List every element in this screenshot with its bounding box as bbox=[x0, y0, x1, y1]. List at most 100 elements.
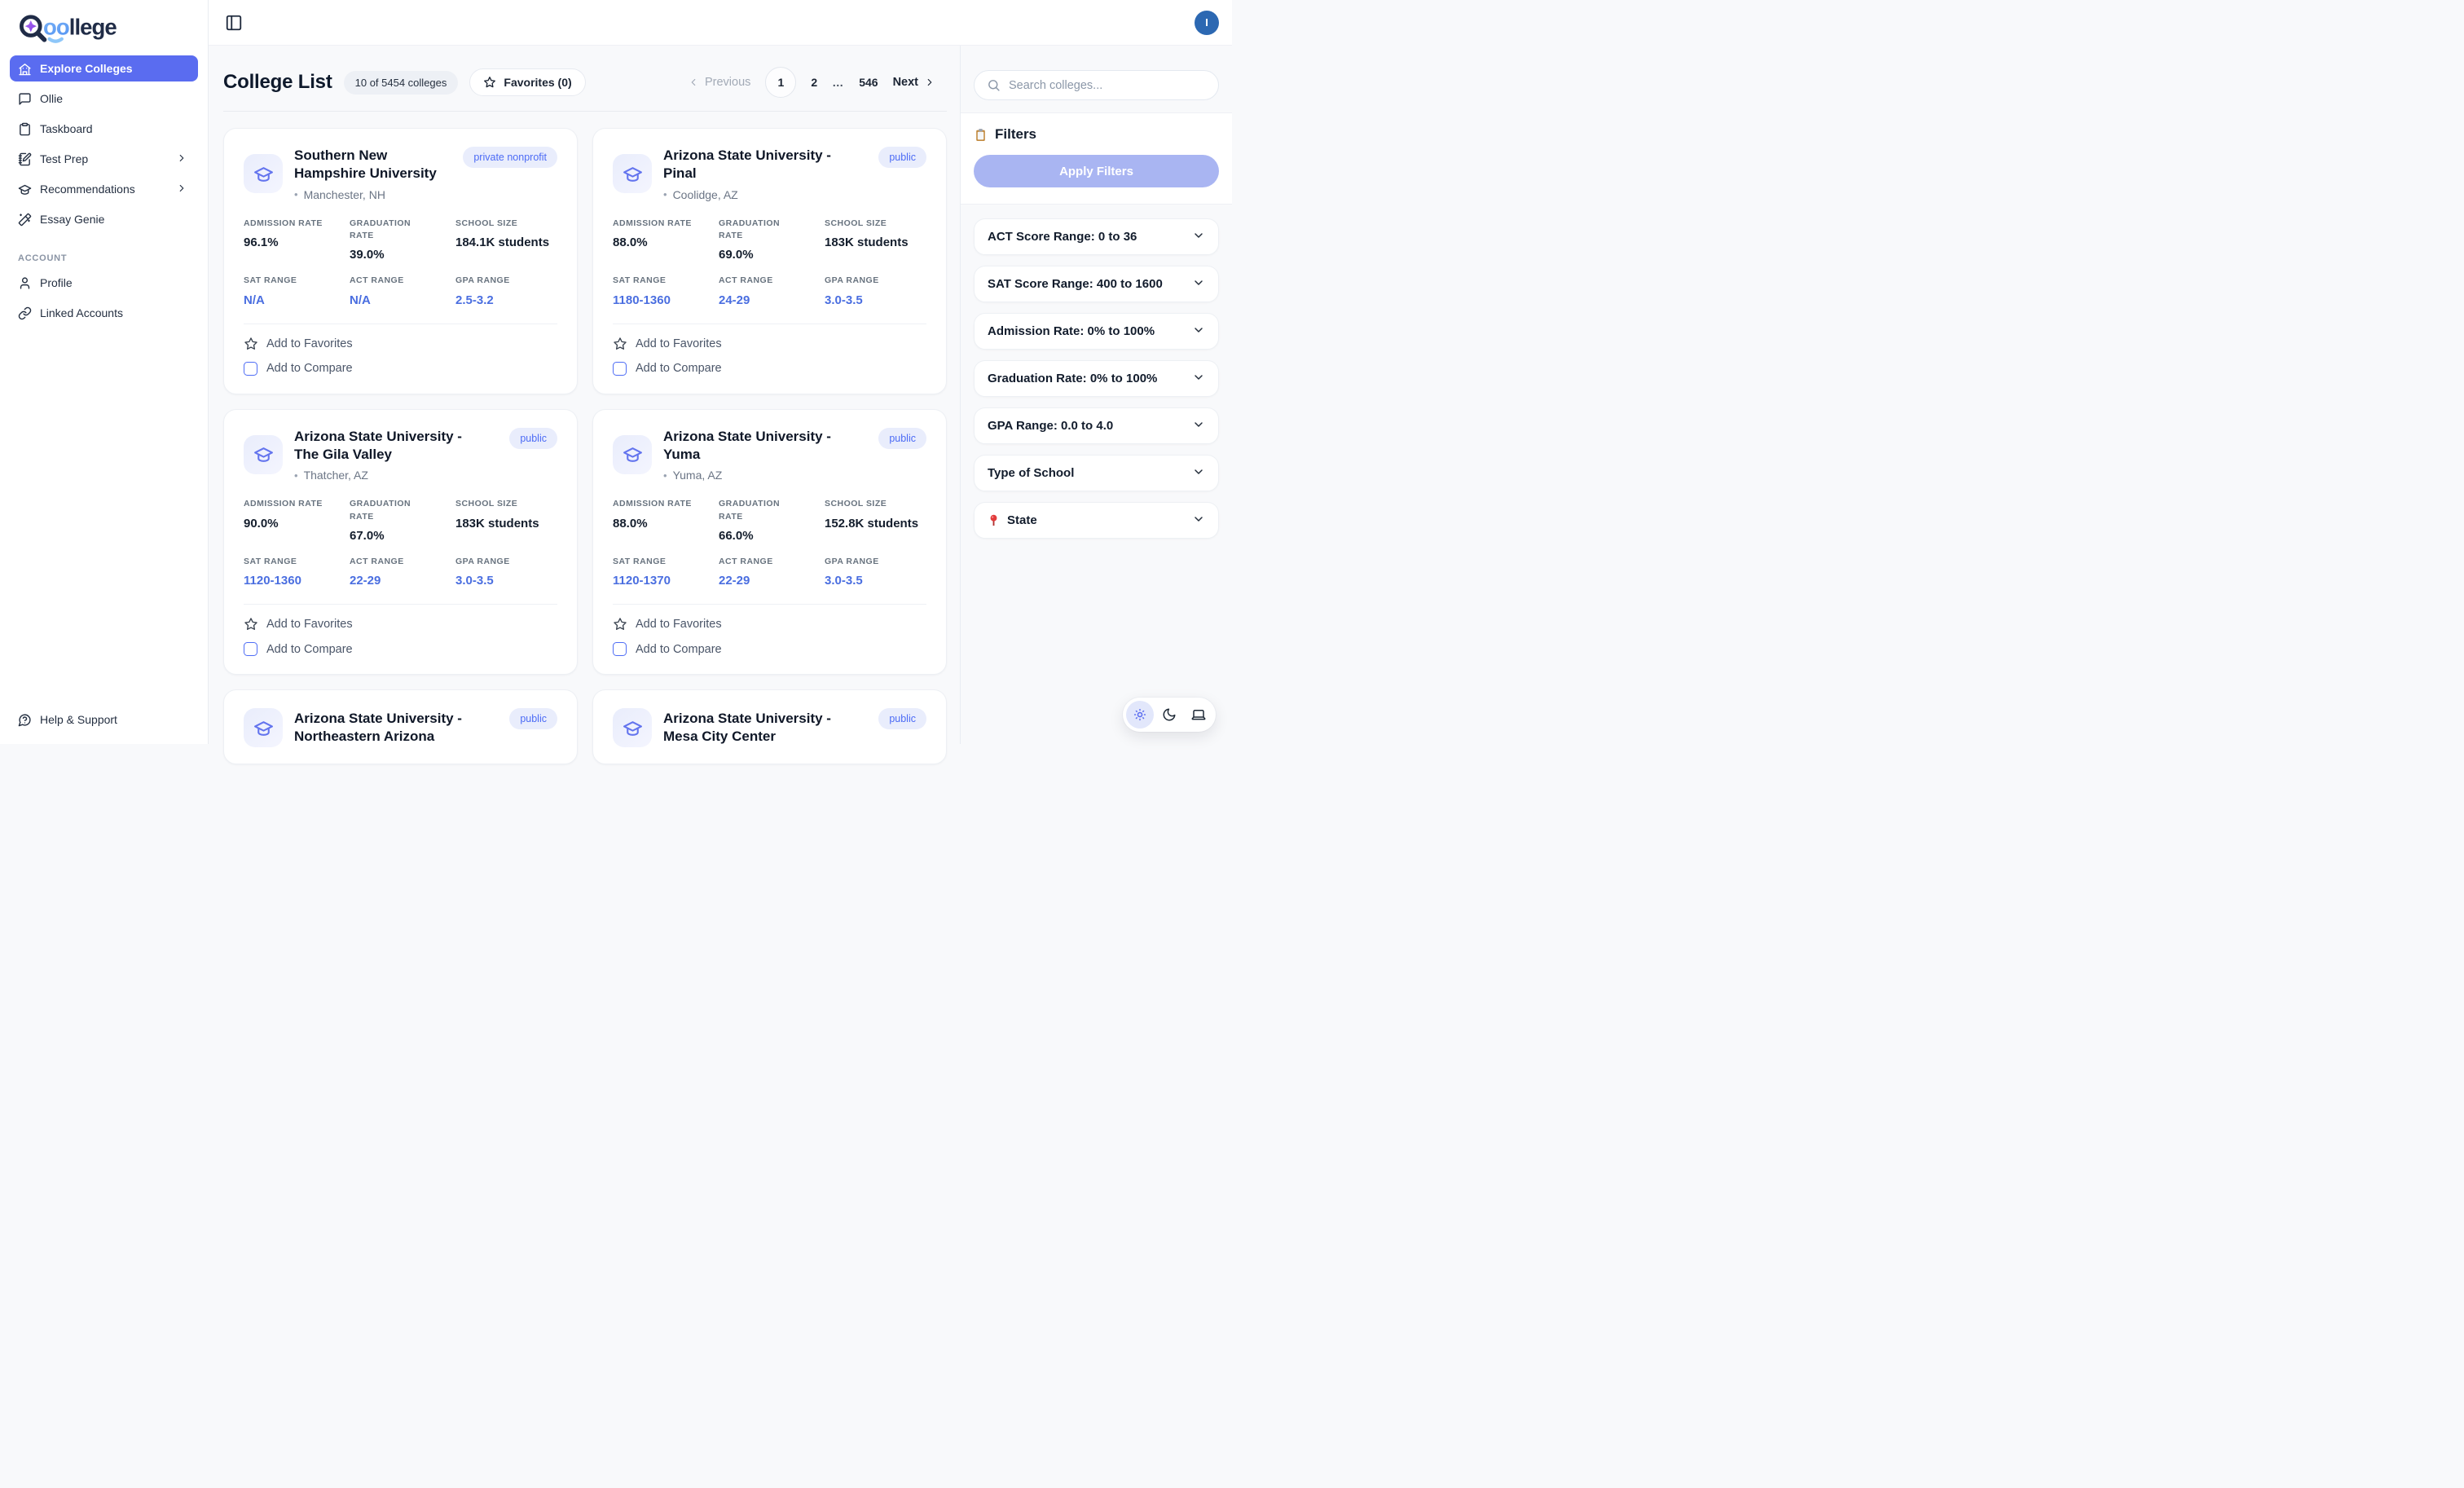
chevron-down-icon bbox=[1192, 229, 1205, 245]
add-to-compare-row[interactable]: Add to Compare bbox=[613, 360, 926, 377]
college-location: • Manchester, NH bbox=[294, 188, 451, 201]
college-logo-tile bbox=[244, 154, 283, 193]
filter-type-of-school[interactable]: Type of School bbox=[974, 455, 1219, 491]
theme-light-button[interactable] bbox=[1126, 701, 1154, 729]
search-input[interactable] bbox=[1009, 79, 1206, 92]
school-type-badge: public bbox=[509, 708, 557, 729]
sidebar-nav: Explore Colleges Ollie Taskboard Test Pr… bbox=[10, 55, 198, 232]
chevron-down-icon bbox=[1192, 465, 1205, 482]
sidebar-item-label: Profile bbox=[40, 276, 73, 289]
filter-gpa-range[interactable]: GPA Range: 0.0 to 4.0 bbox=[974, 407, 1219, 444]
clipboard-emoji-icon bbox=[974, 128, 988, 142]
graduation-rate-stat: GRADUATION RATE66.0% bbox=[719, 498, 825, 542]
sidebar: oollege Explore Colleges Ollie bbox=[0, 0, 209, 744]
college-name: Southern New Hampshire University bbox=[294, 147, 451, 183]
graduation-rate-stat: GRADUATION RATE67.0% bbox=[350, 498, 455, 542]
school-type-badge: public bbox=[509, 428, 557, 449]
sidebar-item-profile[interactable]: Profile bbox=[10, 270, 198, 296]
sidebar-item-explore-colleges[interactable]: Explore Colleges bbox=[10, 55, 198, 81]
pagination-page-2[interactable]: 2 bbox=[811, 76, 817, 89]
pagination: Previous 1 2 … 546 Next bbox=[688, 67, 947, 98]
college-location: • Thatcher, AZ bbox=[294, 469, 498, 482]
sidebar-toggle-button[interactable] bbox=[225, 14, 243, 32]
page-title: College List bbox=[223, 71, 332, 94]
graduation-cap-icon bbox=[253, 444, 274, 464]
chevron-right-icon bbox=[176, 183, 190, 196]
add-to-compare-row[interactable]: Add to Compare bbox=[244, 360, 557, 377]
graduation-cap-icon bbox=[623, 444, 643, 464]
list-header: College List 10 of 5454 colleges Favorit… bbox=[223, 67, 947, 98]
filter-state[interactable]: State bbox=[974, 502, 1219, 539]
filter-list: ACT Score Range: 0 to 36 SAT Score Range… bbox=[961, 205, 1232, 552]
sun-icon bbox=[1133, 707, 1147, 722]
add-to-favorites-button[interactable]: Add to Favorites bbox=[244, 615, 353, 633]
header-divider bbox=[223, 111, 947, 112]
theme-dark-button[interactable] bbox=[1155, 701, 1183, 729]
wand-sparkles-icon bbox=[18, 213, 32, 227]
sidebar-item-label: Recommendations bbox=[40, 183, 135, 196]
star-icon bbox=[244, 337, 258, 351]
add-to-favorites-button[interactable]: Add to Favorites bbox=[613, 615, 722, 633]
app-logo: oollege bbox=[10, 8, 198, 55]
compare-checkbox[interactable] bbox=[613, 642, 627, 656]
school-type-badge: public bbox=[878, 147, 926, 168]
gpa-range-stat: GPA RANGE3.0-3.5 bbox=[825, 275, 926, 306]
filter-sat-score[interactable]: SAT Score Range: 400 to 1600 bbox=[974, 266, 1219, 302]
compare-checkbox[interactable] bbox=[613, 362, 627, 376]
sidebar-item-test-prep[interactable]: Test Prep bbox=[10, 146, 198, 172]
compare-checkbox[interactable] bbox=[244, 642, 257, 656]
filter-graduation-rate[interactable]: Graduation Rate: 0% to 100% bbox=[974, 360, 1219, 397]
sidebar-item-label: Test Prep bbox=[40, 152, 88, 165]
sidebar-item-ollie[interactable]: Ollie bbox=[10, 86, 198, 112]
search-box bbox=[974, 70, 1219, 100]
account-nav: Profile Linked Accounts bbox=[10, 270, 198, 326]
notebook-pen-icon bbox=[18, 152, 32, 166]
favorites-filter-button[interactable]: Favorites (0) bbox=[469, 68, 585, 96]
sidebar-item-linked-accounts[interactable]: Linked Accounts bbox=[10, 300, 198, 326]
pagination-page-546[interactable]: 546 bbox=[859, 76, 878, 89]
apply-filters-button[interactable]: Apply Filters bbox=[974, 155, 1219, 187]
college-card: Arizona State University - Mesa City Cen… bbox=[592, 689, 947, 764]
filter-admission-rate[interactable]: Admission Rate: 0% to 100% bbox=[974, 313, 1219, 350]
filters-sidebar: Filters Apply Filters ACT Score Range: 0… bbox=[960, 46, 1232, 744]
pagination-page-1[interactable]: 1 bbox=[765, 67, 796, 98]
add-to-favorites-button[interactable]: Add to Favorites bbox=[613, 335, 722, 353]
star-icon bbox=[244, 617, 258, 632]
add-to-compare-row[interactable]: Add to Compare bbox=[613, 641, 926, 658]
college-name: Arizona State University - Northeastern … bbox=[294, 710, 477, 746]
chevron-down-icon bbox=[1192, 324, 1205, 340]
content-area: College List 10 of 5454 colleges Favorit… bbox=[209, 46, 1232, 744]
chevron-left-icon bbox=[688, 77, 699, 88]
svg-text:oollege: oollege bbox=[43, 15, 117, 40]
help-circle-icon bbox=[18, 713, 32, 727]
round-pushpin-emoji-icon bbox=[988, 514, 1000, 526]
add-to-compare-row[interactable]: Add to Compare bbox=[244, 641, 557, 658]
sidebar-item-essay-genie[interactable]: Essay Genie bbox=[10, 206, 198, 232]
clipboard-icon bbox=[18, 122, 32, 136]
link-icon bbox=[18, 306, 32, 320]
college-logo-tile bbox=[613, 708, 652, 747]
admission-rate-stat: ADMISSION RATE96.1% bbox=[244, 218, 350, 262]
sidebar-item-recommendations[interactable]: Recommendations bbox=[10, 176, 198, 202]
add-to-favorites-button[interactable]: Add to Favorites bbox=[244, 335, 353, 353]
gpa-range-stat: GPA RANGE3.0-3.5 bbox=[455, 556, 557, 588]
top-toolbar: I bbox=[209, 0, 1232, 46]
filter-act-score[interactable]: ACT Score Range: 0 to 36 bbox=[974, 218, 1219, 255]
filters-title: Filters bbox=[974, 126, 1219, 143]
chevron-down-icon bbox=[1192, 276, 1205, 293]
main-area: I College List 10 of 5454 colleges Favor… bbox=[209, 0, 1232, 744]
sidebar-item-help-support[interactable]: Help & Support bbox=[10, 707, 198, 733]
user-avatar[interactable]: I bbox=[1195, 11, 1219, 35]
theme-system-button[interactable] bbox=[1185, 701, 1212, 729]
sidebar-item-label: Help & Support bbox=[40, 713, 117, 726]
school-building-icon bbox=[18, 62, 32, 76]
pagination-next-button[interactable]: Next bbox=[893, 76, 935, 89]
sidebar-item-label: Essay Genie bbox=[40, 213, 104, 226]
school-type-badge: public bbox=[878, 708, 926, 729]
college-card: Arizona State University - Yuma • Yuma, … bbox=[592, 409, 947, 676]
sidebar-item-taskboard[interactable]: Taskboard bbox=[10, 116, 198, 142]
pagination-previous-button[interactable]: Previous bbox=[688, 76, 750, 89]
compare-checkbox[interactable] bbox=[244, 362, 257, 376]
chevron-down-icon bbox=[1192, 513, 1205, 529]
sat-range-stat: SAT RANGE1120-1360 bbox=[244, 556, 350, 588]
